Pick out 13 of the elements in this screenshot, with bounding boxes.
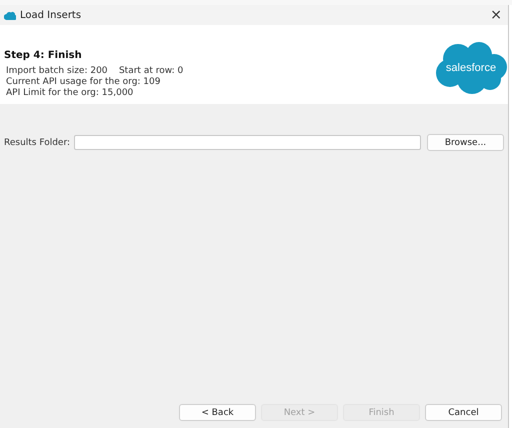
info-text: API Limit for the org: 15,000	[6, 88, 134, 99]
cloud-icon	[4, 10, 16, 20]
info-text: Current API usage for the org: 109	[6, 77, 162, 88]
close-button[interactable]: ×	[490, 8, 502, 22]
results-folder-field[interactable]	[74, 135, 421, 150]
window-title: Load Inserts	[20, 10, 82, 20]
wizard-button[interactable]: Cancel	[425, 404, 502, 421]
salesforce-logo: salesforce	[434, 41, 508, 95]
info-text: Import batch size: 200 Start at row: 0	[6, 66, 184, 77]
field-label: Results Folder:	[4, 138, 70, 148]
step-title: Step 4: Finish	[4, 50, 83, 61]
browse-button[interactable]: Browse...	[427, 134, 504, 151]
wizard-button[interactable]: < Back	[179, 404, 256, 421]
